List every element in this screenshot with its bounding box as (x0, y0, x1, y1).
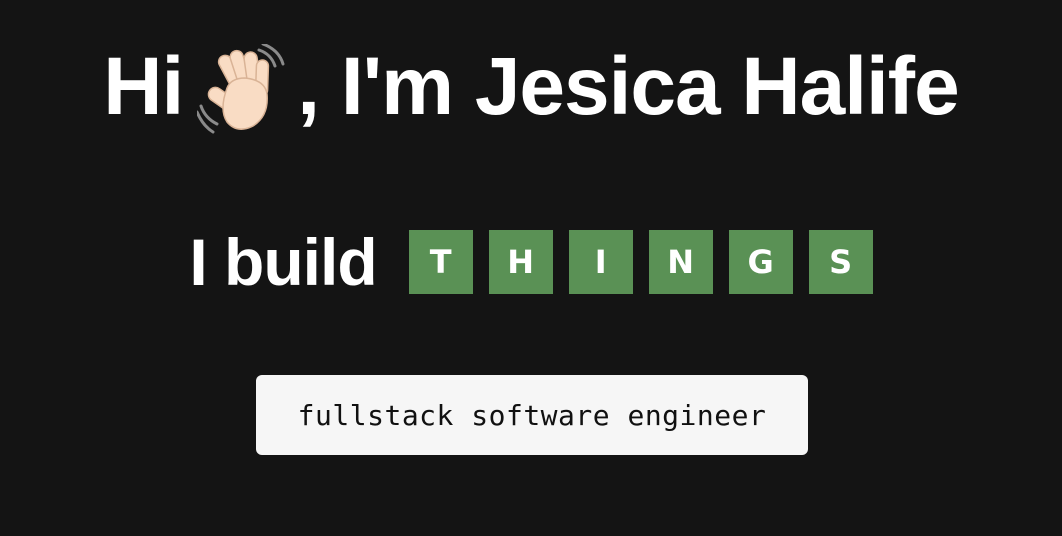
letter-tile: S (808, 230, 873, 294)
greeting-name: , I'm Jesica Halife (297, 41, 959, 132)
tagline: I build T H I N G S (0, 226, 1062, 298)
things-tiles: T H I N G S (408, 230, 873, 294)
greeting-hi: Hi (103, 41, 184, 132)
role-label: fullstack software engineer (297, 398, 767, 432)
letter-tile: T (408, 230, 473, 294)
hero-headline: Hi , I'm Jesica Halife (0, 22, 1062, 152)
letter-tile: H (488, 230, 553, 294)
letter-tile: G (728, 230, 793, 294)
waving-hand-icon (197, 44, 297, 134)
role-chip: fullstack software engineer (256, 375, 808, 455)
tagline-lead: I build (189, 225, 377, 299)
letter-tile: I (568, 230, 633, 294)
letter-tile: N (648, 230, 713, 294)
